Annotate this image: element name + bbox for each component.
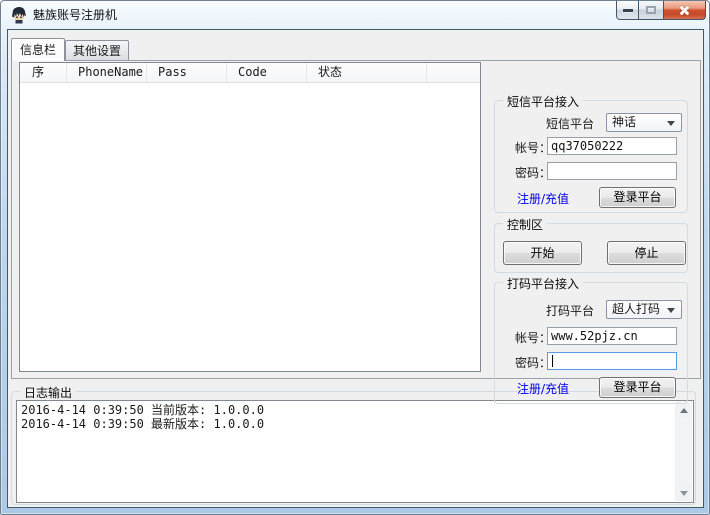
- stop-button[interactable]: 停止: [607, 241, 686, 265]
- control-group-title: 控制区: [503, 216, 548, 233]
- close-icon: [678, 4, 691, 17]
- column-header-pass[interactable]: Pass: [147, 63, 227, 83]
- scroll-up-button[interactable]: [675, 402, 692, 418]
- client-area: 信息栏 其他设置 序 PhoneName Pass Code 状态 短信平台接入…: [7, 29, 704, 508]
- column-header-empty: [427, 63, 480, 83]
- sms-register-link[interactable]: 注册/充值: [517, 190, 569, 207]
- close-button[interactable]: [663, 1, 706, 20]
- chevron-down-icon: [667, 308, 675, 313]
- maximize-icon: [646, 6, 656, 14]
- start-button[interactable]: 开始: [503, 241, 582, 265]
- control-group: 控制区 开始 停止: [494, 216, 688, 273]
- app-window: 魅族账号注册机 信息栏 其他设置 序 PhoneName Pass Code 状…: [0, 0, 710, 515]
- list-header: 序 PhoneName Pass Code 状态: [20, 63, 480, 83]
- app-icon: [12, 7, 26, 24]
- column-header-status[interactable]: 状态: [307, 63, 427, 83]
- tab-info-bar[interactable]: 信息栏: [11, 38, 65, 61]
- captcha-account-label: 帐号：: [515, 331, 552, 345]
- captcha-platform-select[interactable]: 超人打码: [606, 300, 682, 319]
- captcha-platform-selected-value: 超人打码: [612, 302, 661, 316]
- title-bar[interactable]: 魅族账号注册机: [1, 1, 709, 29]
- sms-password-label: 密码：: [515, 166, 552, 180]
- chevron-down-icon: [667, 121, 675, 126]
- sms-account-input[interactable]: [547, 137, 677, 155]
- captcha-group-title: 打码平台接入: [503, 275, 584, 292]
- captcha-login-button[interactable]: 登录平台: [599, 377, 676, 398]
- captcha-account-input[interactable]: [547, 327, 677, 345]
- sms-platform-label: 短信平台: [546, 117, 595, 131]
- sms-account-label: 帐号：: [515, 141, 552, 155]
- log-group-title: 日志输出: [20, 384, 77, 401]
- captcha-platform-group: 打码平台接入 打码平台 超人打码 帐号： 密码： 注册/充值 登录平台: [494, 275, 688, 404]
- captcha-register-link[interactable]: 注册/充值: [517, 380, 569, 397]
- column-header-index[interactable]: 序: [20, 63, 67, 83]
- list-body[interactable]: [20, 84, 480, 371]
- log-scrollbar[interactable]: [675, 402, 692, 501]
- column-header-phonename[interactable]: PhoneName: [67, 63, 147, 83]
- scroll-down-button[interactable]: [675, 485, 692, 501]
- log-line: 2016-4-14 0:39:50 最新版本: 1.0.0.0: [21, 417, 265, 431]
- captcha-password-input[interactable]: [547, 352, 677, 370]
- minimize-button[interactable]: [616, 1, 639, 20]
- captcha-platform-label: 打码平台: [546, 304, 595, 318]
- sms-login-button[interactable]: 登录平台: [599, 187, 676, 208]
- window-title: 魅族账号注册机: [33, 8, 118, 22]
- log-lines: 2016-4-14 0:39:50 当前版本: 1.0.0.0 2016-4-1…: [17, 403, 675, 431]
- sms-group-title: 短信平台接入: [503, 93, 584, 110]
- tab-content-pane: 序 PhoneName Pass Code 状态 短信平台接入 短信平台 神话 …: [11, 60, 701, 404]
- sms-platform-group: 短信平台接入 短信平台 神话 帐号： 密码： 注册/充值 登录平台: [494, 93, 688, 213]
- log-output-group: 日志输出 2016-4-14 0:39:50 当前版本: 1.0.0.0 201…: [11, 384, 696, 505]
- log-output[interactable]: 2016-4-14 0:39:50 当前版本: 1.0.0.0 2016-4-1…: [16, 400, 694, 503]
- sms-password-input[interactable]: [547, 162, 677, 180]
- tab-other-settings[interactable]: 其他设置: [65, 40, 129, 61]
- sms-platform-select[interactable]: 神话: [606, 113, 682, 132]
- text-caret: [552, 355, 553, 367]
- minimize-icon: [622, 8, 633, 12]
- sms-platform-selected-value: 神话: [612, 115, 637, 129]
- maximize-button[interactable]: [638, 1, 664, 20]
- captcha-password-label: 密码：: [515, 356, 552, 370]
- log-line: 2016-4-14 0:39:50 当前版本: 1.0.0.0: [21, 403, 265, 417]
- caption-buttons: [616, 1, 706, 20]
- scroll-up-icon: [679, 407, 688, 413]
- accounts-list: 序 PhoneName Pass Code 状态: [19, 62, 481, 372]
- scroll-down-icon: [679, 490, 688, 496]
- column-header-code[interactable]: Code: [227, 63, 307, 83]
